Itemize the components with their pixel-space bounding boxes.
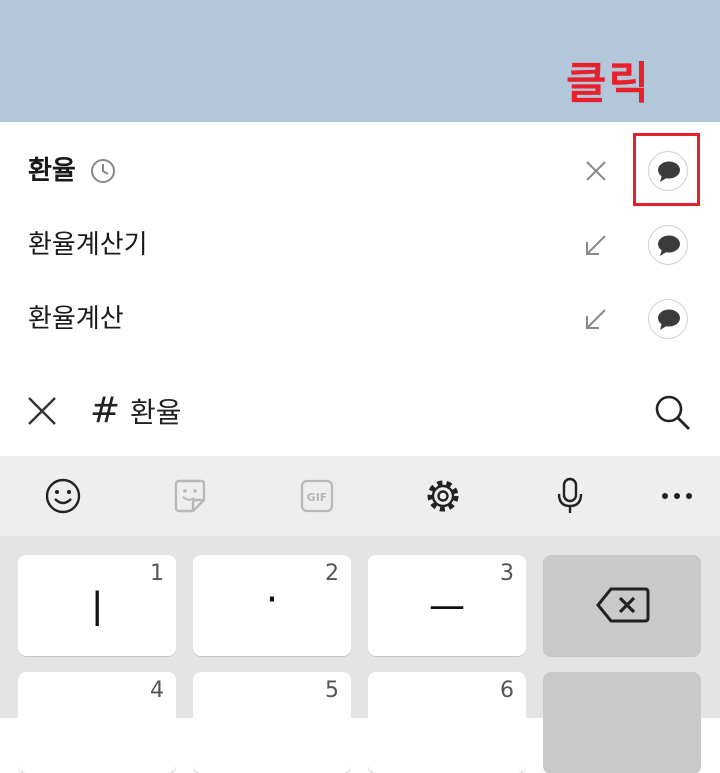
key-4[interactable]: 4	[18, 672, 176, 773]
chat-bubble-button[interactable]	[648, 225, 688, 265]
emoji-icon[interactable]	[43, 476, 83, 516]
more-icon[interactable]	[657, 476, 697, 516]
key-3[interactable]: 3 ㅡ	[368, 555, 526, 656]
keyboard: 1 ㅣ 2 · 3 ㅡ 4 5 6	[0, 536, 720, 773]
hashtag-symbol: #	[90, 390, 121, 431]
suggestion-label: 환율	[28, 156, 76, 186]
keyboard-toolbar: GIF	[0, 456, 720, 536]
key-number: 5	[325, 678, 339, 703]
key-symbol: ·	[265, 577, 279, 623]
suggestion-row[interactable]: 환율계산기	[0, 208, 720, 282]
backspace-icon	[596, 587, 650, 623]
svg-text:GIF: GIF	[307, 491, 328, 504]
backspace-key[interactable]	[543, 555, 701, 656]
search-icon[interactable]	[652, 392, 692, 432]
chat-bubble-icon	[658, 309, 680, 330]
click-annotation: 클릭	[566, 58, 651, 109]
gif-icon[interactable]: GIF	[297, 476, 337, 516]
enter-key[interactable]	[543, 672, 701, 773]
key-2[interactable]: 2 ·	[193, 555, 351, 656]
key-number: 4	[150, 678, 164, 703]
key-5[interactable]: 5	[193, 672, 351, 773]
suggestion-row[interactable]: 환율	[0, 134, 720, 208]
key-1[interactable]: 1 ㅣ	[18, 555, 176, 656]
arrow-up-left-icon[interactable]	[578, 301, 614, 337]
close-icon[interactable]	[25, 394, 59, 428]
suggestion-label: 환율계산기	[28, 230, 148, 260]
key-6[interactable]: 6	[368, 672, 526, 773]
key-symbol: ㅣ	[78, 587, 116, 633]
microphone-icon[interactable]	[550, 476, 590, 516]
search-input[interactable]: 환율	[130, 391, 182, 435]
arrow-up-left-icon[interactable]	[578, 227, 614, 263]
key-number: 6	[500, 678, 514, 703]
chat-bubble-button[interactable]	[648, 299, 688, 339]
chat-bubble-icon	[658, 235, 680, 256]
click-highlight-box	[633, 133, 700, 206]
suggestion-row[interactable]: 환율계산	[0, 282, 720, 356]
settings-icon[interactable]	[423, 476, 463, 516]
sticker-icon[interactable]	[170, 476, 210, 516]
close-icon[interactable]	[578, 153, 614, 189]
suggestion-label: 환율계산	[28, 304, 124, 334]
search-suggestion-list: 환율 환율계산기 환율계산	[0, 122, 720, 367]
clock-icon	[91, 159, 115, 183]
key-symbol: ㅡ	[428, 587, 466, 633]
search-input-bar: # 환율	[0, 367, 720, 456]
